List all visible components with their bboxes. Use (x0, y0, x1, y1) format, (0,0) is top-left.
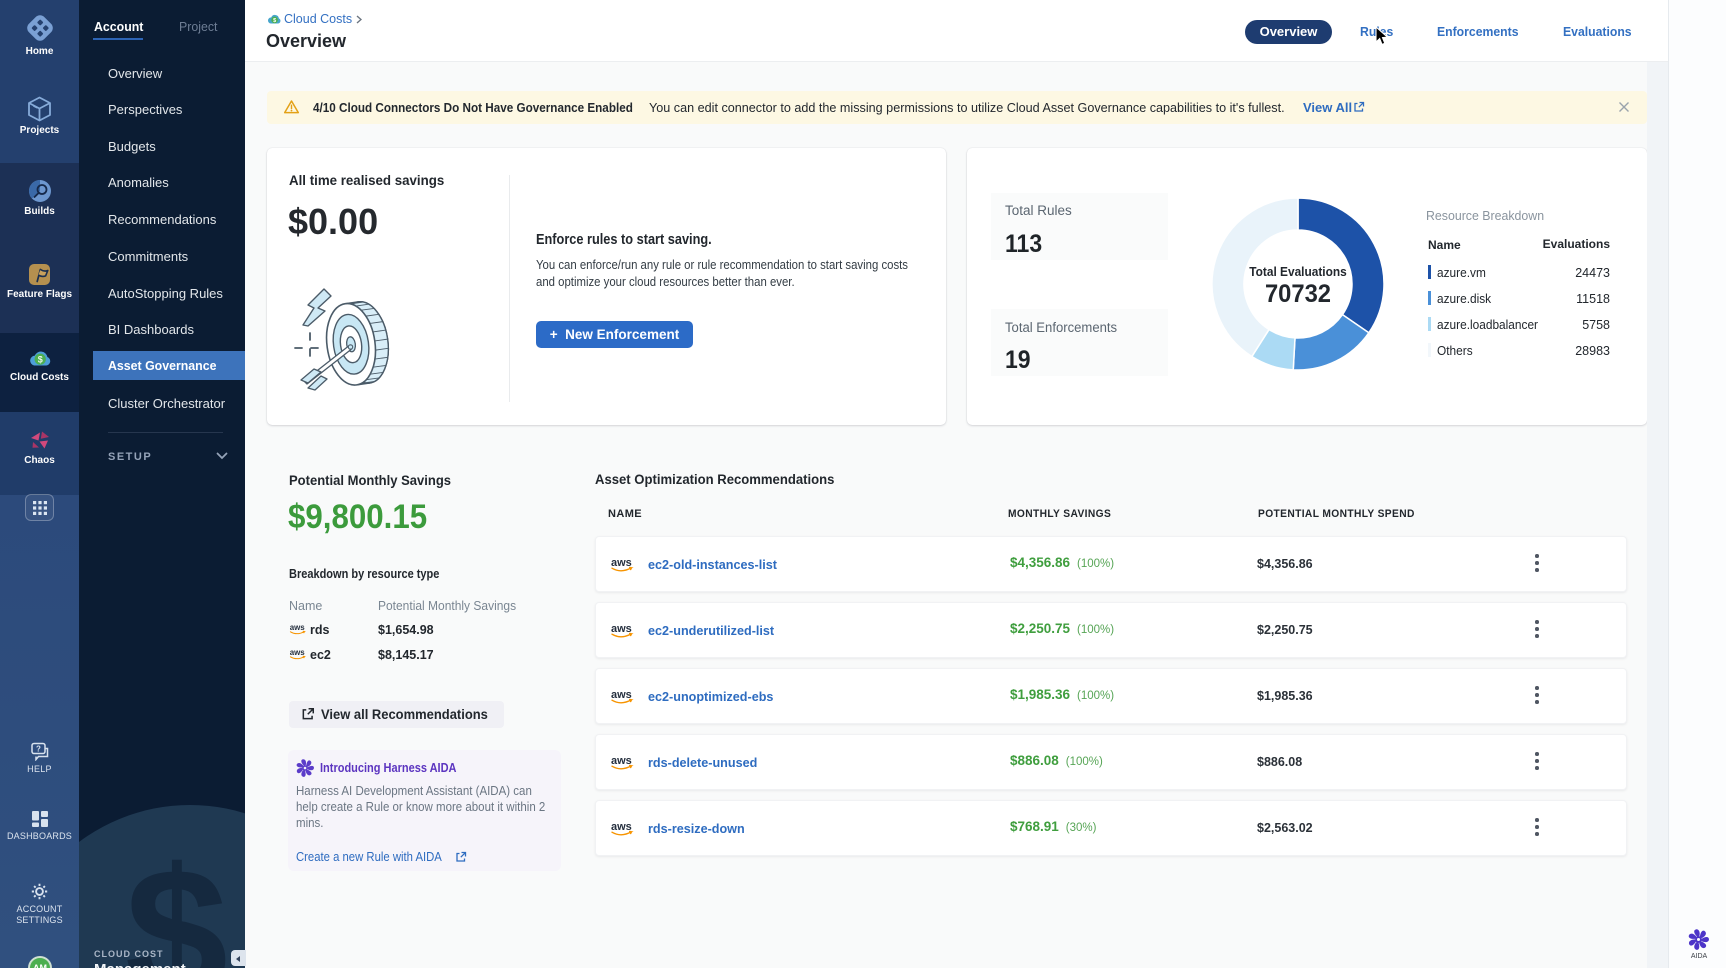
svg-text:aws: aws (611, 623, 632, 635)
svg-text:aws: aws (611, 689, 632, 701)
svg-text:aws: aws (611, 821, 632, 833)
svg-text:?: ? (36, 745, 41, 754)
svg-text:$: $ (273, 18, 276, 24)
svg-text:aws: aws (611, 557, 632, 569)
svg-text:$: $ (37, 354, 42, 364)
svg-text:aws: aws (611, 755, 632, 767)
